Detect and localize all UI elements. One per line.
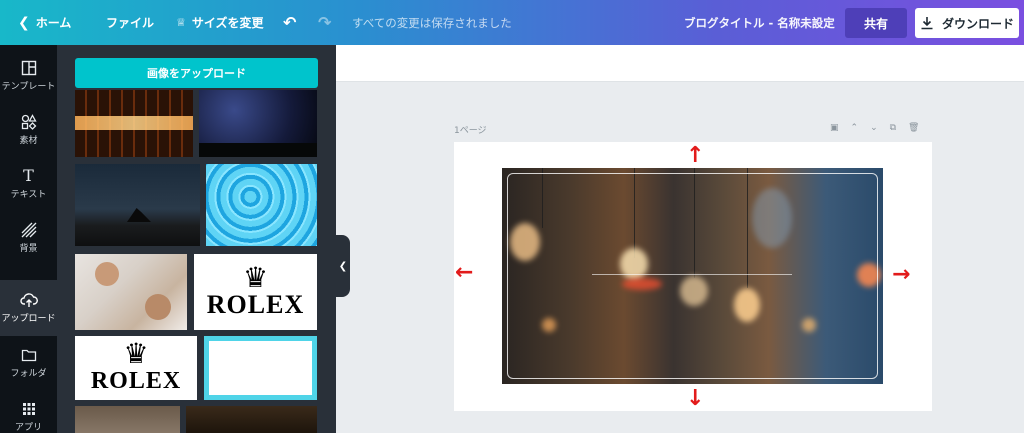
background-icon: [21, 222, 36, 238]
undo-icon: ↶: [283, 13, 297, 32]
trash-icon[interactable]: 🗑: [908, 123, 919, 133]
chevron-up-icon[interactable]: ⌃: [851, 123, 859, 133]
left-rail: テンプレート 素材 T テキスト 背景 アップロード フォルダ アプリ: [0, 45, 57, 433]
document-title[interactable]: ブログタイトル - 名称未設定: [684, 0, 835, 45]
rail-item-folders[interactable]: フォルダ: [0, 335, 57, 391]
chevron-left-icon: ❮: [338, 260, 348, 272]
download-icon: [921, 17, 933, 30]
photo-frame-border: [507, 173, 878, 379]
upload-thumbnail-rolex-logo-2[interactable]: ♛ ROLEX: [75, 336, 197, 400]
folder-icon: [21, 349, 36, 362]
redo-icon: ↷: [318, 13, 332, 32]
download-button[interactable]: ダウンロード: [915, 8, 1019, 38]
crown-icon: ♕: [176, 16, 186, 29]
page-label: 1ページ: [454, 126, 487, 136]
upload-thumbnail-sauna[interactable]: [75, 90, 193, 157]
annotation-arrow-left-icon: ←: [455, 260, 474, 285]
page-tools: ▣ ⌃ ⌄ ⧉ 🗑: [830, 123, 919, 133]
home-link[interactable]: ❮ ホーム: [18, 0, 71, 45]
shapes-icon: [21, 114, 37, 130]
crown-logo-icon: ♛: [242, 261, 269, 294]
rail-item-templates[interactable]: テンプレート: [0, 48, 57, 104]
annotation-arrow-down-icon: ↓: [686, 386, 705, 411]
apps-grid-icon: [22, 403, 35, 415]
upload-thumbnail-people[interactable]: [75, 254, 187, 330]
resize-button[interactable]: ♕ サイズを変更: [176, 0, 264, 45]
upload-thumbnail-room[interactable]: [75, 406, 180, 433]
rail-item-text[interactable]: T テキスト: [0, 156, 57, 212]
collapse-panel-button[interactable]: ❮: [336, 235, 350, 297]
uploads-panel: 画像をアップロード ♛ ROLEX ♛ ROLEX: [57, 45, 336, 433]
chevron-left-icon: ❮: [18, 14, 30, 31]
redo-button[interactable]: ↷: [318, 0, 331, 45]
home-label: ホーム: [35, 16, 72, 30]
crown-logo-icon: ♛: [123, 337, 149, 370]
undo-button[interactable]: ↶: [283, 0, 296, 45]
upload-thumbnail-starry-horizon[interactable]: [75, 164, 200, 246]
save-status: すべての変更は保存されました: [352, 15, 512, 30]
share-button[interactable]: 共有: [845, 8, 907, 38]
upload-thumbnail-crowd[interactable]: [186, 406, 317, 433]
upload-thumbnail-water[interactable]: [206, 164, 317, 246]
top-bar: ❮ ホーム ファイル ♕ サイズを変更 ↶ ↷ すべての変更は保存されました ブ…: [0, 0, 1024, 45]
cloud-upload-icon: [19, 293, 38, 307]
upload-thumbnail-rolex-logo[interactable]: ♛ ROLEX: [194, 254, 317, 330]
rolex-logo-text: ROLEX: [206, 290, 305, 319]
canvas-toolbar: [336, 45, 1024, 82]
chevron-down-icon[interactable]: ⌄: [870, 123, 878, 133]
rail-item-elements[interactable]: 素材: [0, 102, 57, 158]
rolex-logo-text: ROLEX: [90, 368, 182, 394]
rail-item-apps[interactable]: アプリ: [0, 389, 57, 433]
annotation-arrow-right-icon: →: [892, 262, 911, 287]
file-menu[interactable]: ファイル: [106, 0, 154, 45]
duplicate-icon[interactable]: ⧉: [890, 123, 896, 133]
text-icon: T: [23, 166, 34, 185]
rail-item-background[interactable]: 背景: [0, 210, 57, 266]
rail-item-uploads[interactable]: アップロード: [0, 280, 57, 336]
annotation-arrow-up-icon: ↑: [686, 143, 705, 168]
upload-thumbnail-night-sky[interactable]: [199, 90, 317, 157]
canvas-photo-element[interactable]: [502, 168, 883, 384]
template-icon: [21, 60, 36, 76]
comment-icon[interactable]: ▣: [830, 123, 839, 133]
upload-thumbnail-frame[interactable]: [204, 336, 317, 400]
upload-image-button[interactable]: 画像をアップロード: [75, 58, 318, 88]
